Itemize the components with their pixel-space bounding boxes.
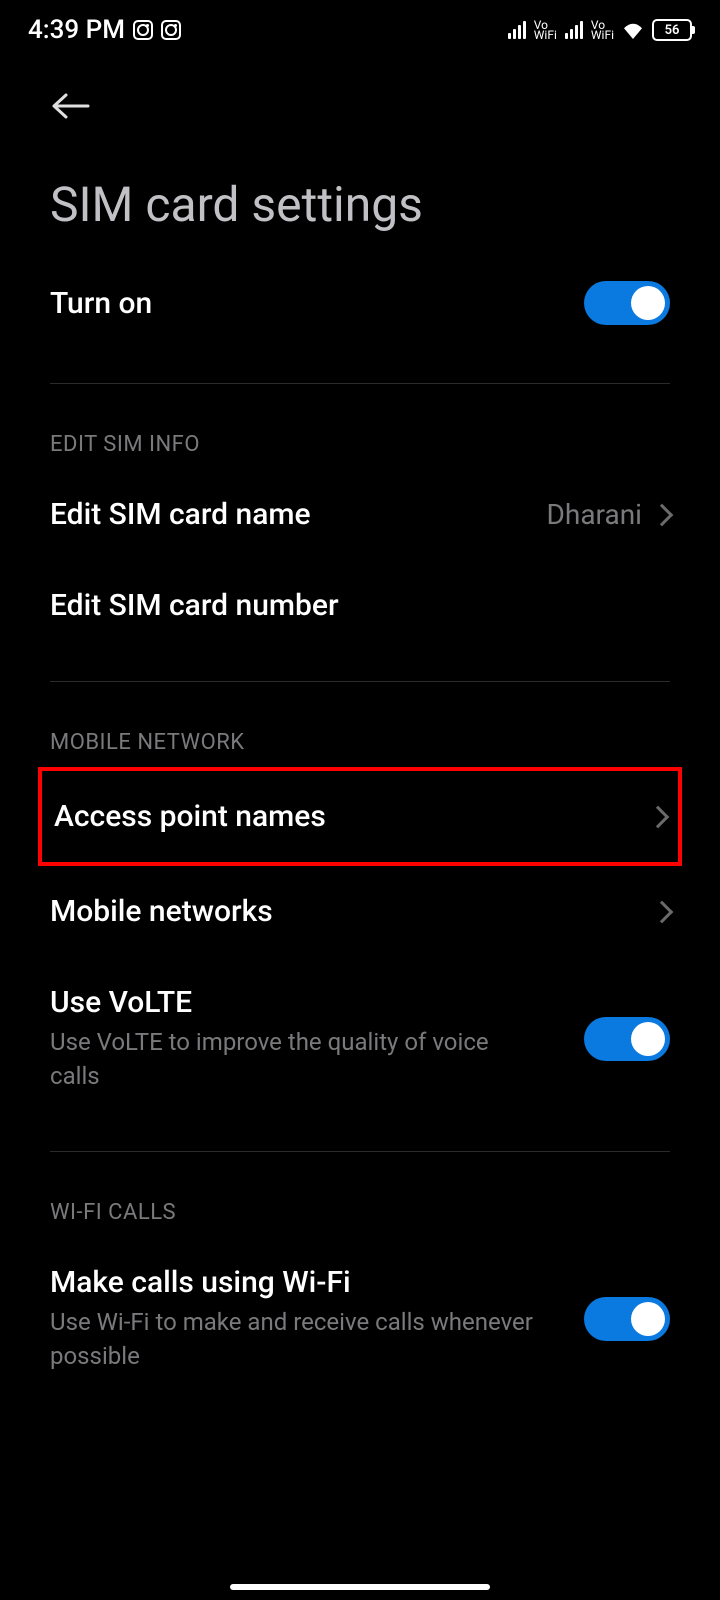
section-header-wifi-calls: WI-FI CALLS bbox=[50, 1182, 670, 1237]
turn-on-toggle[interactable] bbox=[584, 281, 670, 325]
wifi-icon bbox=[622, 21, 644, 39]
page-title: SIM card settings bbox=[50, 176, 670, 233]
vowifi-icon: VoWiFi bbox=[591, 20, 614, 40]
wifi-calls-row[interactable]: Make calls using Wi-Fi Use Wi-Fi to make… bbox=[50, 1237, 670, 1401]
divider bbox=[50, 1151, 670, 1152]
wifi-calls-label: Make calls using Wi-Fi bbox=[50, 1265, 584, 1300]
turn-on-row[interactable]: Turn on bbox=[50, 253, 670, 353]
instagram-icon bbox=[161, 20, 181, 40]
divider bbox=[50, 383, 670, 384]
turn-on-label: Turn on bbox=[50, 286, 152, 321]
battery-icon: 56 bbox=[652, 19, 692, 41]
section-header-edit-sim: EDIT SIM INFO bbox=[50, 414, 670, 469]
edit-sim-number-label: Edit SIM card number bbox=[50, 588, 339, 623]
mobile-networks-label: Mobile networks bbox=[50, 894, 273, 929]
scrollbar[interactable] bbox=[704, 56, 720, 1600]
wifi-calls-toggle[interactable] bbox=[584, 1297, 670, 1341]
status-right: VoWiFi VoWiFi 56 bbox=[508, 19, 692, 41]
volte-label: Use VoLTE bbox=[50, 985, 584, 1020]
edit-sim-name-row[interactable]: Edit SIM card name Dharani bbox=[50, 469, 670, 560]
vowifi-icon: VoWiFi bbox=[534, 20, 557, 40]
edit-sim-name-value-group: Dharani bbox=[547, 498, 670, 531]
chevron-right-icon bbox=[651, 503, 674, 526]
wifi-calls-sublabel: Use Wi-Fi to make and receive calls when… bbox=[50, 1306, 540, 1373]
signal-icon bbox=[565, 21, 583, 39]
wifi-calls-label-group: Make calls using Wi-Fi Use Wi-Fi to make… bbox=[50, 1265, 584, 1373]
content: Turn on EDIT SIM INFO Edit SIM card name… bbox=[0, 253, 720, 1401]
divider bbox=[50, 681, 670, 682]
apn-row[interactable]: Access point names bbox=[38, 767, 682, 866]
volte-label-group: Use VoLTE Use VoLTE to improve the quali… bbox=[50, 985, 584, 1093]
volte-toggle[interactable] bbox=[584, 1017, 670, 1061]
home-indicator[interactable] bbox=[230, 1584, 490, 1590]
status-left: 4:39 PM bbox=[28, 15, 181, 45]
status-time: 4:39 PM bbox=[28, 15, 125, 45]
section-header-mobile-network: MOBILE NETWORK bbox=[50, 712, 670, 767]
edit-sim-number-row[interactable]: Edit SIM card number bbox=[50, 560, 670, 651]
back-button[interactable] bbox=[50, 86, 90, 126]
volte-row[interactable]: Use VoLTE Use VoLTE to improve the quali… bbox=[50, 957, 670, 1121]
edit-sim-name-label: Edit SIM card name bbox=[50, 497, 311, 532]
mobile-networks-row[interactable]: Mobile networks bbox=[50, 866, 670, 957]
volte-sublabel: Use VoLTE to improve the quality of voic… bbox=[50, 1026, 540, 1093]
instagram-icon bbox=[133, 20, 153, 40]
status-bar: 4:39 PM VoWiFi VoWiFi 56 bbox=[0, 0, 720, 56]
apn-label: Access point names bbox=[54, 799, 326, 834]
sim-name-value: Dharani bbox=[547, 498, 642, 531]
back-arrow-icon bbox=[50, 91, 90, 121]
battery-level: 56 bbox=[665, 23, 680, 38]
signal-icon bbox=[508, 21, 526, 39]
chevron-right-icon bbox=[647, 805, 670, 828]
chevron-right-icon bbox=[651, 900, 674, 923]
header: SIM card settings bbox=[0, 56, 720, 253]
